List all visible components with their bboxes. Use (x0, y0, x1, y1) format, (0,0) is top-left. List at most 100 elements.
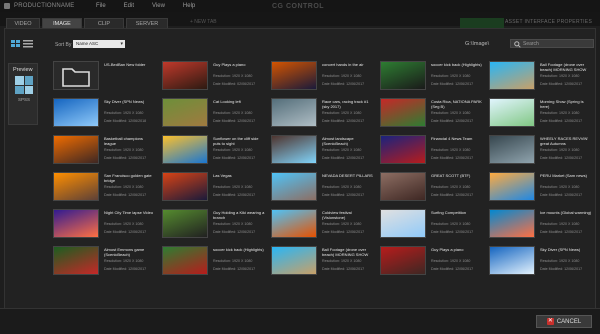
asset-card[interactable]: Cat Looking left Resolution: 1920 X 1080 D… (162, 98, 262, 128)
cancel-button[interactable]: ✕ CANCEL (536, 315, 592, 328)
image-thumbnail (271, 172, 317, 201)
asset-card[interactable]: Sky Diver (SPN News) Resolution: 1920 X 1… (489, 246, 589, 276)
asset-card[interactable]: Ball Footage (drone over beach) MORNING … (489, 61, 589, 91)
asset-card[interactable]: Coldview festival (Visionstone) Resolutio… (271, 209, 371, 239)
asset-date: Date Modified: 12/06/2017 (104, 267, 147, 271)
asset-resolution: Resolution: 1920 X 1080 (104, 185, 144, 189)
asset-card[interactable]: soccer kick back (Highlights) Resolution:… (380, 61, 482, 91)
asset-date: Date Modified: 02/06/2017 (213, 82, 256, 86)
close-icon: ✕ (546, 318, 554, 325)
asset-resolution: Resolution: 1920 X 1080 (213, 185, 253, 189)
asset-card[interactable]: WHEELY RACES REVVIN' great Autumns Resolu… (489, 135, 589, 165)
asset-card[interactable]: GREAT SCOTT (BTF) Resolution: 1920 X 1080… (380, 172, 480, 202)
asset-date: Date Modified: 12/06/2017 (540, 82, 583, 86)
asset-card[interactable]: Sunflower on the cliff side puts to sigh… (162, 135, 262, 165)
asset-title: PERU Market (Sam news) (540, 173, 587, 178)
asset-resolution: Resolution: 1920 X 1080 (213, 222, 253, 226)
asset-card[interactable]: Night City Time lapse Video Resolution: 1… (53, 209, 153, 239)
asset-date: Date Modified: 12/06/2017 (322, 156, 365, 160)
asset-resolution: Resolution: 1920 X 1080 (540, 259, 580, 263)
image-thumbnail (53, 246, 99, 275)
asset-title: Guy Holding a Kiki wearing a branch (213, 210, 265, 220)
asset-resolution: Resolution: 1920 X 1080 (431, 222, 471, 226)
menu-edit[interactable]: Edit (124, 3, 134, 9)
folder-thumbnail (53, 61, 99, 90)
asset-resolution: Resolution: 1920 X 1080 (540, 148, 580, 152)
tab-highlight-indicator (460, 18, 504, 28)
asset-card[interactable]: PERU Market (Sam news) Resolution: 1920 X… (489, 172, 589, 202)
asset-title: Basketball champions league (104, 136, 143, 146)
asset-card[interactable]: Morning Show (Spring is here) Resolution:… (489, 98, 589, 128)
product-name: PRODUCTIONNAME (14, 3, 75, 9)
asset-card[interactable]: US-BedBan New folder (53, 61, 153, 91)
asset-date: Date Modified: 12/06/2017 (213, 193, 256, 197)
asset-date: Date Modified: 12/06/2017 (540, 267, 583, 271)
menu-view[interactable]: View (152, 3, 165, 9)
image-thumbnail (489, 172, 535, 201)
asset-card[interactable]: Las Vegas Resolution: 1920 X 1080 Date Mod… (162, 172, 262, 202)
image-thumbnail (380, 98, 426, 127)
asset-date: Date Modified: 12/06/2017 (431, 267, 474, 271)
preview-tile-icon (15, 76, 33, 94)
cancel-label: CANCEL (556, 318, 582, 325)
asset-card[interactable]: San Francisco golden gate bridge Resoluti… (53, 172, 153, 202)
asset-card[interactable]: Basketball champions league Resolution: 1… (53, 135, 153, 165)
menu-help[interactable]: Help (183, 3, 195, 9)
asset-card[interactable]: Sky Diver (SPN News) Resolution: 1920 X 1… (53, 98, 153, 128)
asset-date: Date Modified: 12/06/2017 (540, 230, 583, 234)
asset-resolution: Resolution: 1920 X 1080 (104, 111, 144, 115)
image-thumbnail (489, 98, 535, 127)
asset-title: Costa Rica, NATIONA PARK (Seg B) (431, 99, 482, 109)
asset-title: Cat Looking left (213, 99, 241, 104)
asset-resolution: Resolution: 1920 X 1080 (431, 111, 471, 115)
asset-title: Las Vegas (213, 173, 232, 178)
asset-card[interactable]: NEVADA DESERT PILLARS Resolution: 1920 X … (271, 172, 373, 202)
asset-date: Date Modified: 12/06/2017 (322, 193, 365, 197)
asset-date: Date Modified: 12/06/2017 (213, 267, 256, 271)
asset-date: Date Modified: 12/06/2017 (104, 156, 147, 160)
preview-sidebar[interactable]: Preview SPSS (8, 63, 38, 125)
asset-card[interactable]: Guy Holding a Kiki wearing a branch Resol… (162, 209, 265, 239)
folder-icon (62, 68, 90, 87)
sort-select[interactable]: Name ASC ▾ (73, 40, 125, 48)
asset-toolbar: Sort By Name ASC ▾ G:\Image\ Search (5, 29, 595, 48)
asset-card[interactable]: Ball Footage (drone over beach) MORNING … (271, 246, 371, 276)
list-view-icon[interactable] (23, 40, 33, 48)
grid-view-icon[interactable] (11, 40, 21, 48)
asset-date: Date Modified: 12/06/2017 (431, 230, 474, 234)
image-thumbnail (162, 135, 208, 164)
brand-title: CG CONTROL (272, 2, 325, 10)
image-thumbnail (380, 246, 426, 275)
search-input[interactable]: Search (510, 39, 594, 48)
asset-resolution: Resolution: 1920 X 1080 (431, 74, 471, 78)
asset-properties-label[interactable]: ASSET INTERFACE PROPERTIES (505, 19, 592, 25)
asset-card[interactable]: Ice mounts (Global warming) Resolution: 1… (489, 209, 591, 239)
asset-card[interactable]: soccer kick back (Highlights) Resolution:… (162, 246, 264, 276)
sort-value: Name ASC (76, 41, 99, 46)
asset-card[interactable]: concert hands in the air Resolution: 1920… (271, 61, 371, 91)
asset-card[interactable]: Surfing Competition Resolution: 1920 X 10… (380, 209, 480, 239)
asset-title: US-BedBan New folder (104, 62, 146, 67)
app-logo-icon (4, 3, 10, 9)
asset-title: Ball Footage (drone over beach) MORNING … (540, 62, 587, 72)
asset-card[interactable]: Guy Plays a piano Resolution: 1920 X 1080… (162, 61, 262, 91)
asset-card[interactable]: Almost landscape (ScenicBeach) Resolution… (271, 135, 371, 165)
asset-resolution: Resolution: 1920 X 1080 (431, 185, 471, 189)
asset-card[interactable]: Financial 4 News Team Resolution: 1920 X … (380, 135, 480, 165)
menu-bar: PRODUCTIONNAME File Edit View Help CG CO… (0, 0, 600, 12)
asset-date: Date Modified: 12/06/2017 (540, 193, 583, 197)
asset-grid: US-BedBan New folder Guy Plays a piano Res… (53, 61, 597, 321)
asset-card[interactable]: Costa Rica, NATIONA PARK (Seg B) Resoluti… (380, 98, 482, 128)
asset-resolution: Resolution: 1920 X 1080 (540, 222, 580, 226)
image-thumbnail (489, 135, 535, 164)
new-tab-button[interactable]: + NEW TAB (190, 19, 217, 25)
image-thumbnail (271, 61, 317, 90)
sort-label: Sort By (55, 42, 72, 48)
asset-resolution: Resolution: 1920 X 1080 (322, 222, 362, 226)
asset-date: Date Modified: 12/06/2017 (322, 82, 365, 86)
asset-card[interactable]: Race cars, racing track #1 (sky 2017) Res… (271, 98, 371, 128)
asset-card[interactable]: Guy Plays a piano Resolution: 1920 X 1080… (380, 246, 480, 276)
menu-file[interactable]: File (96, 3, 106, 9)
asset-resolution: Resolution: 1920 X 1080 (213, 148, 253, 152)
asset-card[interactable]: Almost Emmons game (ScenicBeach) Resoluti… (53, 246, 153, 276)
